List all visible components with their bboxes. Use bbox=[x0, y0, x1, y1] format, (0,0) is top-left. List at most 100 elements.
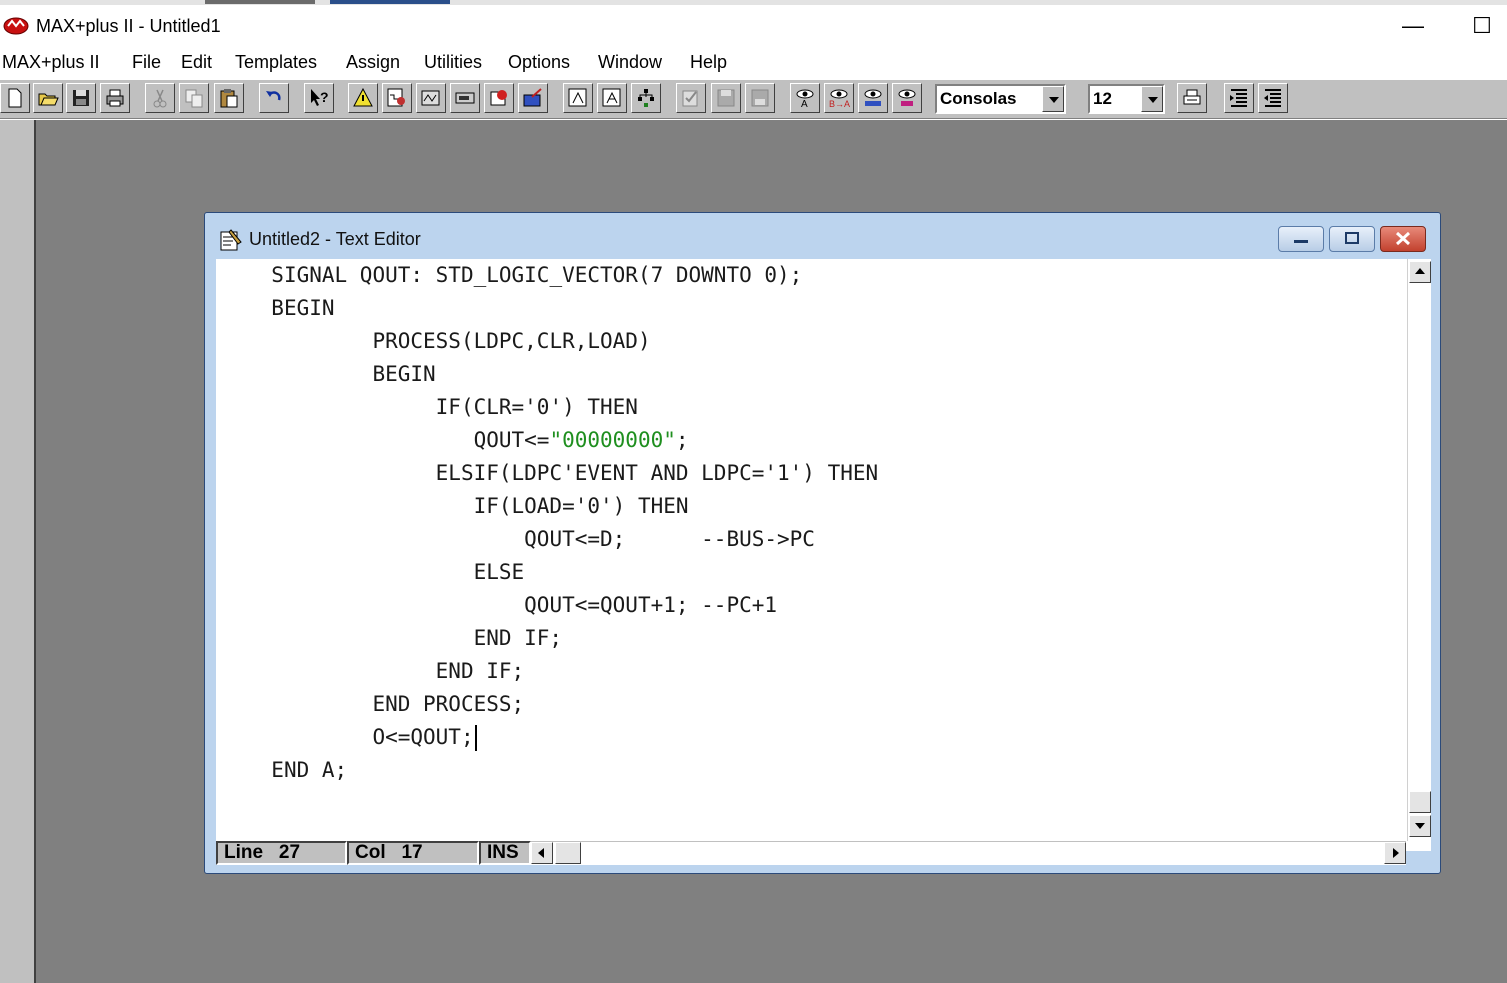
menu-edit[interactable]: Edit bbox=[181, 52, 212, 73]
undo-button[interactable] bbox=[259, 83, 289, 113]
context-help-button[interactable]: ? bbox=[304, 83, 334, 113]
find-button[interactable]: A bbox=[790, 83, 820, 113]
restore-icon bbox=[1345, 232, 1359, 244]
scroll-left-button[interactable] bbox=[531, 842, 553, 864]
code-line: SIGNAL QOUT: STD_LOGIC_VECTOR(7 DOWNTO 0… bbox=[246, 259, 802, 292]
vertical-scroll-thumb[interactable] bbox=[1409, 791, 1431, 813]
find-text-button[interactable] bbox=[858, 83, 888, 113]
code-text: END IF; bbox=[473, 626, 563, 650]
menu-utilities[interactable]: Utilities bbox=[424, 52, 482, 73]
check-button[interactable] bbox=[676, 83, 706, 113]
font-size-select[interactable]: 12 bbox=[1088, 84, 1165, 114]
save-compile-button[interactable] bbox=[745, 83, 775, 113]
find-icon: A bbox=[796, 89, 814, 109]
insert-mode-indicator: INS bbox=[479, 841, 531, 865]
cut-button[interactable] bbox=[145, 83, 175, 113]
indent-button[interactable] bbox=[1224, 83, 1254, 113]
waveform-editor-icon bbox=[523, 88, 542, 107]
font-name-select[interactable]: Consolas bbox=[935, 84, 1066, 114]
open-file-icon bbox=[38, 93, 59, 106]
code-line: IF(CLR='0') THEN bbox=[246, 391, 638, 424]
scroll-right-button[interactable] bbox=[1384, 842, 1406, 864]
print-setup-button[interactable] bbox=[1177, 83, 1207, 113]
code-line: END A; bbox=[246, 754, 347, 787]
menu-options[interactable]: Options bbox=[508, 52, 570, 73]
editor-restore-button[interactable] bbox=[1329, 226, 1375, 252]
indent-icon bbox=[1230, 89, 1247, 107]
hierarchy-button[interactable] bbox=[563, 83, 593, 113]
svg-text:?: ? bbox=[320, 89, 329, 105]
horizontal-scrollbar[interactable] bbox=[531, 841, 1406, 865]
open-hierarchy-button[interactable] bbox=[597, 83, 627, 113]
save-button[interactable] bbox=[66, 83, 96, 113]
menu-window[interactable]: Window bbox=[598, 52, 662, 73]
scroll-up-button[interactable] bbox=[1409, 261, 1431, 283]
column-indicator: Col 17 bbox=[347, 841, 479, 865]
code-text: END PROCESS; bbox=[372, 692, 525, 716]
hierarchy-tree-button[interactable] bbox=[631, 83, 661, 113]
editor-client-area: SIGNAL QOUT: STD_LOGIC_VECTOR(7 DOWNTO 0… bbox=[216, 259, 1431, 865]
code-text: QOUT<=D; --BUS->PC bbox=[524, 527, 815, 551]
code-text: O<=QOUT; bbox=[372, 725, 474, 749]
save-compile-icon bbox=[751, 89, 769, 107]
chevron-down-icon[interactable] bbox=[1141, 86, 1163, 112]
menu-bar: MAX+plus II File Edit Templates Assign U… bbox=[0, 49, 1507, 79]
code-line: END IF; bbox=[246, 622, 563, 655]
code-editor[interactable]: SIGNAL QOUT: STD_LOGIC_VECTOR(7 DOWNTO 0… bbox=[216, 259, 1406, 841]
maxplus-logo-icon bbox=[3, 17, 29, 35]
print-button[interactable] bbox=[100, 83, 130, 113]
chevron-down-icon[interactable] bbox=[1042, 86, 1064, 112]
code-line: O<=QOUT; bbox=[246, 721, 477, 754]
open-file-button[interactable] bbox=[33, 83, 63, 113]
compiler-button[interactable] bbox=[348, 83, 378, 113]
code-text: IF(LOAD='0') THEN bbox=[473, 494, 689, 518]
maximize-button[interactable]: ☐ bbox=[1462, 9, 1502, 43]
timing-analyzer-icon bbox=[421, 90, 440, 106]
timing-analyzer-button[interactable] bbox=[416, 83, 446, 113]
replace-button[interactable]: B→A bbox=[824, 83, 854, 113]
code-line: BEGIN bbox=[246, 358, 436, 391]
code-text: BEGIN bbox=[372, 362, 436, 386]
app-titlebar: MAX+plus II - Untitled1 — ☐ bbox=[0, 5, 1507, 49]
waveform-button[interactable] bbox=[518, 83, 548, 113]
menu-file[interactable]: File bbox=[132, 52, 161, 73]
menu-assign[interactable]: Assign bbox=[346, 52, 400, 73]
menu-help[interactable]: Help bbox=[690, 52, 727, 73]
paste-button[interactable] bbox=[214, 83, 244, 113]
editor-minimize-button[interactable] bbox=[1278, 226, 1324, 252]
new-file-button[interactable] bbox=[0, 83, 30, 113]
code-text: ELSIF(LDPC'EVENT AND LDPC='1') THEN bbox=[435, 461, 879, 485]
editor-close-button[interactable] bbox=[1380, 226, 1426, 252]
programmer-button[interactable] bbox=[450, 83, 480, 113]
replace-icon: B→A bbox=[829, 89, 850, 109]
simulator-button[interactable] bbox=[382, 83, 412, 113]
code-line: ELSIF(LDPC'EVENT AND LDPC='1') THEN bbox=[246, 457, 879, 490]
text-editor-window[interactable]: Untitled2 - Text Editor SIGNAL QOUT: STD… bbox=[204, 212, 1441, 874]
scroll-down-button[interactable] bbox=[1409, 815, 1431, 837]
floorplan-icon bbox=[490, 90, 507, 106]
floorplan-button[interactable] bbox=[484, 83, 514, 113]
horizontal-scroll-thumb[interactable] bbox=[555, 842, 581, 864]
menu-maxplus[interactable]: MAX+plus II bbox=[2, 52, 100, 73]
svg-text:B→A: B→A bbox=[829, 99, 850, 109]
svg-text:A: A bbox=[801, 99, 808, 109]
minimize-button[interactable]: — bbox=[1393, 9, 1433, 43]
find-node-button[interactable] bbox=[892, 83, 922, 113]
menu-templates[interactable]: Templates bbox=[235, 52, 317, 73]
font-size-value: 12 bbox=[1093, 89, 1112, 108]
print-icon bbox=[106, 89, 124, 107]
copy-button[interactable] bbox=[179, 83, 209, 113]
save-check-button[interactable] bbox=[711, 83, 741, 113]
vertical-scrollbar[interactable] bbox=[1407, 259, 1431, 841]
line-value: 27 bbox=[278, 842, 301, 863]
outdent-button[interactable] bbox=[1258, 83, 1288, 113]
